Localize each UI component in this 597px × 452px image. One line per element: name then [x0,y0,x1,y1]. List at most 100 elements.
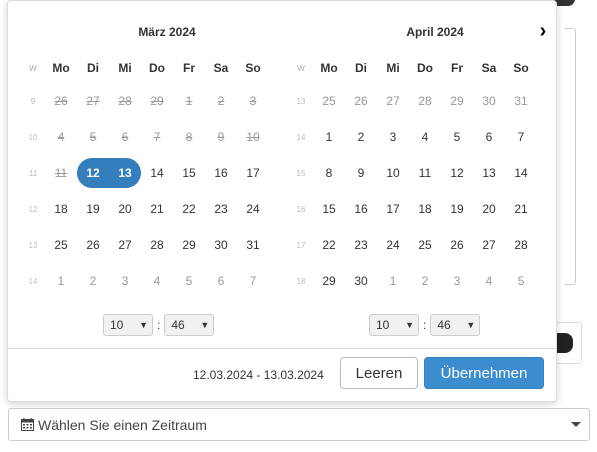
minute-select[interactable]: 46 ▼ [430,314,481,336]
calendar-day[interactable]: 4 [141,266,173,296]
calendar-day[interactable]: 6 [205,266,237,296]
calendar-day[interactable]: 20 [109,194,141,224]
time-picker: 10 ▼ : 46 ▼ [369,314,481,336]
calendar-day[interactable]: 17 [237,158,269,188]
calendar-day[interactable]: 2 [345,122,377,152]
calendar-day[interactable]: 26 [77,230,109,260]
calendar-day[interactable]: 24 [377,230,409,260]
calendar-day[interactable]: 16 [345,194,377,224]
calendar-day[interactable]: 1 [45,266,77,296]
calendar-day[interactable]: 22 [313,230,345,260]
calendar-day[interactable]: 25 [313,86,345,116]
calendar-day[interactable]: 29 [173,230,205,260]
calendar-day[interactable]: 2 [77,266,109,296]
calendar-day-cell: 11 [409,155,441,191]
calendar-day[interactable]: 25 [45,230,77,260]
calendar-day[interactable]: 23 [345,230,377,260]
calendar-day[interactable]: 19 [441,194,473,224]
calendar-day[interactable]: 13 [473,158,505,188]
calendar-day[interactable]: 27 [377,86,409,116]
calendar-day[interactable]: 22 [173,194,205,224]
calendar-day[interactable]: 30 [473,86,505,116]
calendar-day[interactable]: 7 [237,266,269,296]
calendar-day[interactable]: 4 [409,122,441,152]
clear-button[interactable]: Leeren [340,357,418,389]
calendar-day[interactable]: 2 [409,266,441,296]
calendar-day[interactable]: 10 [377,158,409,188]
calendar-day[interactable]: 3 [441,266,473,296]
calendar-day[interactable]: 14 [141,158,173,188]
calendar-day[interactable]: 29 [313,266,345,296]
calendar-day[interactable]: 19 [77,194,109,224]
calendar-day[interactable]: 28 [505,230,537,260]
calendar-day-cell: 15 [173,155,205,191]
calendar-day[interactable]: 20 [473,194,505,224]
calendar-day[interactable]: 5 [173,266,205,296]
next-month-button[interactable]: › [533,21,553,43]
week-number: 11 [28,168,38,178]
calendar-day[interactable]: 26 [345,86,377,116]
calendar-day: 4 [57,130,65,144]
calendar-day[interactable]: 21 [505,194,537,224]
apply-button[interactable]: Übernehmen [424,357,544,389]
calendar-day[interactable]: 16 [205,158,237,188]
calendar-day[interactable]: 5 [505,266,537,296]
calendar-day[interactable]: 12 [441,158,473,188]
calendar-day[interactable]: 3 [109,266,141,296]
calendar-day-cell: 20 [473,191,505,227]
calendar-day[interactable]: 23 [205,194,237,224]
daterange-trigger[interactable]: Wählen Sie einen Zeitraum [8,408,590,441]
weekday-header: Sa [213,61,229,75]
calendar-day: 10 [246,130,260,144]
calendar-day[interactable]: 31 [505,86,537,116]
calendar-week-row: 15 8 9 10 11 12 13 14 [289,155,537,191]
hour-select[interactable]: 10 ▼ [103,314,153,336]
calendar-day[interactable]: 25 [409,230,441,260]
calendar-day-cell: 7 [505,119,537,155]
calendar-day[interactable]: 24 [237,194,269,224]
calendar-day[interactable]: 7 [505,122,537,152]
calendar-day-cell: 1 [313,119,345,155]
calendar-day[interactable]: 30 [345,266,377,296]
calendar-day[interactable]: 17 [377,194,409,224]
calendar-day[interactable]: 15 [173,158,205,188]
calendar-day[interactable]: 14 [505,158,537,188]
calendar-day[interactable]: 28 [409,86,441,116]
calendar-day[interactable]: 30 [205,230,237,260]
calendar-day[interactable]: 1 [313,122,345,152]
calendar-day[interactable]: 3 [377,122,409,152]
calendar-day[interactable]: 28 [141,230,173,260]
calendar-day[interactable]: 5 [441,122,473,152]
weekday-header: Fr [451,61,463,75]
week-number: 9 [30,96,36,106]
calendar-day[interactable]: 13 [109,158,141,188]
chevron-down-icon: ▼ [200,320,210,330]
calendar-day[interactable]: 18 [45,194,77,224]
calendar-day[interactable]: 9 [345,158,377,188]
calendar-day[interactable]: 27 [109,230,141,260]
calendar-day-cell: 22 [173,191,205,227]
calendar-day[interactable]: 4 [473,266,505,296]
calendar-day[interactable]: 1 [377,266,409,296]
calendar-day[interactable]: 11 [409,158,441,188]
calendar-day[interactable]: 29 [441,86,473,116]
calendar-day-cell: 15 [313,191,345,227]
calendar-day[interactable]: 27 [473,230,505,260]
calendar-day[interactable]: 31 [237,230,269,260]
calendar-day-cell: 10 [377,155,409,191]
calendar-day[interactable]: 26 [441,230,473,260]
calendar-day[interactable]: 15 [313,194,345,224]
calendar-day-cell: 2 [409,263,441,299]
calendar-day[interactable]: 21 [141,194,173,224]
calendar-day-cell: 12 [77,155,109,191]
calendar-day-cell: 26 [77,227,109,263]
hour-select[interactable]: 10 ▼ [369,314,419,336]
minute-select[interactable]: 46 ▼ [164,314,215,336]
calendar-day[interactable]: 8 [313,158,345,188]
calendar-day[interactable]: 12 [77,158,109,188]
weekday-header-row: W Mo Di Mi Do Fr Sa So [289,53,537,83]
calendar-day-cell: 12 [441,155,473,191]
calendar-day[interactable]: 6 [473,122,505,152]
calendar-day[interactable]: 18 [409,194,441,224]
caret-down-icon [571,422,581,427]
